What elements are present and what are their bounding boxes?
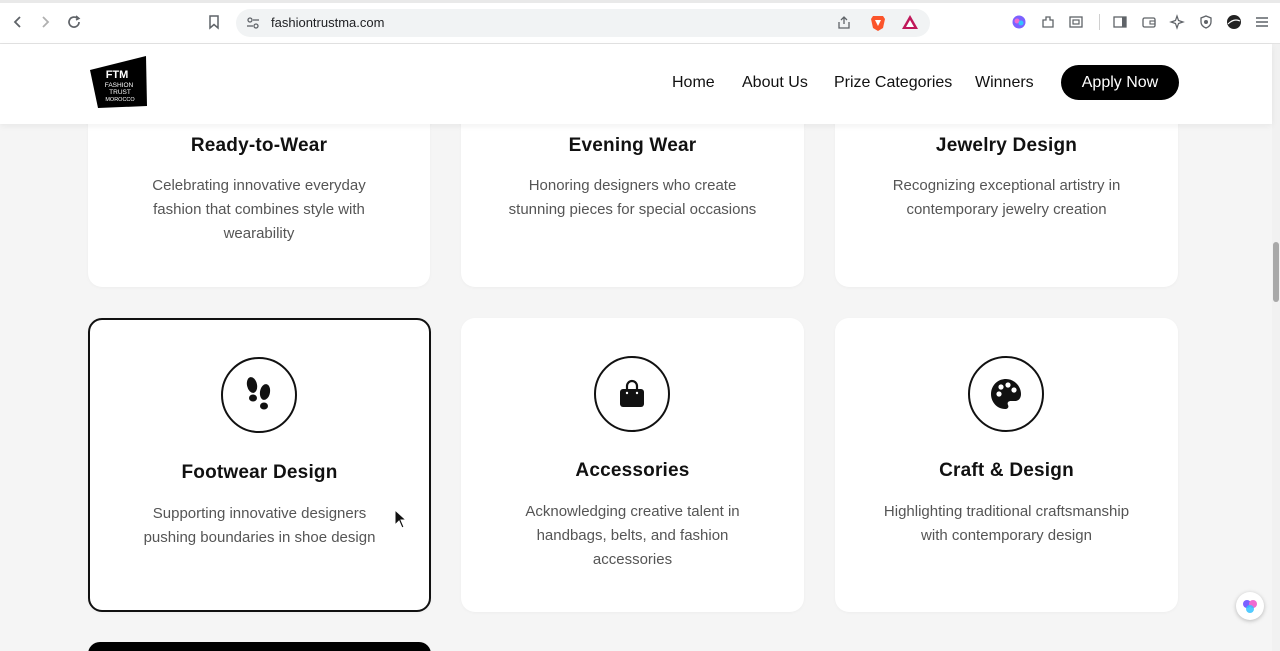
card-title: Jewelry Design: [935, 135, 1078, 156]
bookmark-icon[interactable]: [204, 12, 224, 32]
category-card-craft-design[interactable]: Craft & Design Highlighting traditional …: [835, 318, 1178, 612]
card-description: Celebrating innovative everyday fashion …: [88, 174, 430, 246]
card-desc-line: stunning pieces for special occasions: [508, 201, 757, 218]
share-icon[interactable]: [836, 15, 852, 36]
brave-shield-icon[interactable]: [870, 14, 886, 37]
card-desc-line: contemporary jewelry creation: [906, 201, 1107, 218]
nav-winners[interactable]: Winners: [975, 74, 1034, 92]
profile-icon[interactable]: [1224, 12, 1244, 32]
nav-home[interactable]: Home: [672, 74, 715, 92]
menu-icon[interactable]: [1252, 12, 1272, 32]
site-header: FTM FASHION TRUST MOROCCO Home About Us …: [0, 44, 1272, 124]
brave-rewards-icon[interactable]: [901, 14, 919, 35]
card-description: Honoring designers who create stunning p…: [461, 174, 804, 222]
category-card-footwear-design[interactable]: Footwear Design Supporting innovative de…: [88, 318, 431, 612]
forward-icon[interactable]: [35, 12, 55, 32]
logo-line3: MOROCCO: [105, 97, 135, 103]
assistant-widget-icon[interactable]: [1236, 592, 1264, 620]
category-card-accessories[interactable]: Accessories Acknowledging creative talen…: [461, 318, 804, 612]
apply-now-button[interactable]: Apply Now: [1061, 65, 1179, 100]
reload-icon[interactable]: [64, 12, 84, 32]
ftm-logo[interactable]: FTM FASHION TRUST MOROCCO: [90, 56, 148, 108]
mouse-cursor-icon: [394, 508, 408, 534]
logo-line1: FASHION: [105, 82, 134, 89]
page-scrollbar[interactable]: [1272, 44, 1280, 651]
card-desc-line: Supporting innovative designers: [152, 505, 367, 522]
logo-abbr: FTM: [106, 69, 129, 81]
nav-about-us[interactable]: About Us: [742, 74, 808, 92]
shoe-prints-icon: [221, 357, 297, 433]
card-title: Evening Wear: [568, 135, 697, 156]
sidebar-icon[interactable]: [1110, 12, 1130, 32]
card-desc-line: wearability: [223, 225, 295, 242]
card-description: Supporting innovative designers pushing …: [90, 502, 429, 550]
card-desc-line: Celebrating innovative everyday: [152, 177, 366, 194]
back-icon[interactable]: [8, 12, 28, 32]
scrollbar-thumb[interactable]: [1273, 242, 1279, 302]
extensions-icon[interactable]: [1038, 12, 1058, 32]
screenshot-icon[interactable]: [1066, 12, 1086, 32]
card-desc-line: Recognizing exceptional artistry in: [892, 177, 1121, 194]
card-desc-line: with contemporary design: [921, 527, 1092, 544]
card-description: Highlighting traditional craftsmanship w…: [835, 500, 1178, 548]
card-desc-line: handbags, belts, and fashion: [536, 527, 729, 544]
palette-icon: [968, 356, 1044, 432]
next-section-card[interactable]: [88, 642, 431, 651]
card-desc-line: fashion that combines style with: [153, 201, 365, 218]
card-description: Acknowledging creative talent in handbag…: [461, 500, 804, 572]
extension-color-icon[interactable]: [1009, 12, 1029, 32]
card-title: Ready-to-Wear: [190, 135, 328, 156]
site-settings-icon[interactable]: [245, 15, 261, 36]
card-title: Accessories: [575, 460, 690, 481]
card-desc-line: pushing boundaries in shoe design: [143, 529, 376, 546]
card-desc-line: Highlighting traditional craftsmanship: [883, 503, 1130, 520]
address-bar[interactable]: fashiontrustma.com: [236, 9, 930, 37]
card-desc-line: accessories: [592, 551, 673, 568]
browser-top-strip: [0, 0, 1280, 3]
url-text[interactable]: fashiontrustma.com: [271, 15, 384, 30]
card-title: Footwear Design: [181, 462, 338, 483]
nav-prize-categories[interactable]: Prize Categories: [834, 74, 952, 92]
wallet-icon[interactable]: [1139, 12, 1159, 32]
card-desc-line: Honoring designers who create: [528, 177, 737, 194]
shopping-bag-icon: [594, 356, 670, 432]
logo-line2: TRUST: [109, 89, 131, 96]
leo-ai-icon[interactable]: [1167, 12, 1187, 32]
toolbar-divider: [1099, 14, 1100, 30]
card-title: Craft & Design: [939, 460, 1074, 481]
card-description: Recognizing exceptional artistry in cont…: [835, 174, 1178, 222]
card-desc-line: Acknowledging creative talent in: [525, 503, 740, 520]
browser-toolbar: fashiontrustma.com: [0, 0, 1280, 44]
vpn-icon[interactable]: [1196, 12, 1216, 32]
